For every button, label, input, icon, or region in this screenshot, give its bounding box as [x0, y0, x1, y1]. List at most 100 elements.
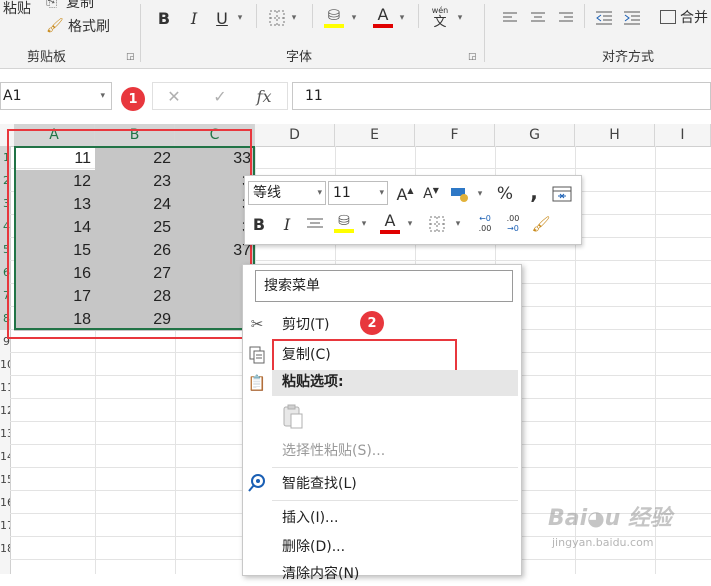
paste-options-header: 粘贴选项: [282, 374, 344, 390]
menu-item-clear-contents[interactable]: 清除内容(N) [282, 562, 359, 586]
menu-divider [272, 467, 518, 468]
comma-style-button[interactable]: , [524, 180, 544, 204]
clipboard-launcher-icon[interactable]: ◲ [126, 52, 135, 62]
copy-icon [246, 344, 268, 366]
row-header[interactable]: 14 [0, 445, 10, 468]
column-header-e[interactable]: E [335, 124, 415, 146]
border-icon[interactable] [266, 8, 288, 28]
accounting-dropdown-icon[interactable]: ▾ [474, 185, 486, 203]
divider [256, 4, 257, 28]
clipboard-group-label: 剪贴板 [27, 50, 67, 65]
merge-cells-icon[interactable] [550, 183, 574, 205]
font-color-swatch [373, 24, 393, 28]
group-divider [140, 4, 141, 62]
divider [584, 4, 585, 28]
menu-divider [272, 500, 518, 501]
insert-function-button[interactable]: fx [252, 86, 276, 106]
row-header[interactable]: 17 [0, 514, 10, 537]
underline-button[interactable]: U [212, 8, 232, 28]
menu-item-delete[interactable]: 删除(D)... [282, 535, 345, 559]
format-painter-button[interactable]: 🖌 格式刷 [46, 16, 126, 36]
merge-icon [660, 10, 676, 24]
enter-check-icon[interactable]: ✓ [210, 86, 230, 106]
mini-bold-button[interactable]: B [250, 213, 268, 235]
fill-dropdown-icon[interactable]: ▾ [348, 10, 360, 26]
underline-dropdown-icon[interactable]: ▾ [234, 10, 246, 26]
decrease-font-size-button[interactable]: A ▼ [422, 183, 440, 205]
font-color-dropdown-icon[interactable]: ▾ [404, 215, 416, 233]
name-box[interactable]: A1 ▾ [0, 82, 112, 110]
cancel-icon[interactable]: ✕ [164, 86, 184, 106]
column-header-h[interactable]: H [575, 124, 655, 146]
formula-input[interactable]: 11 [292, 82, 711, 110]
font-group-label: 字体 [286, 50, 313, 65]
format-painter-icon: 🖌 [46, 18, 64, 34]
increase-decimal-button[interactable]: ←0 .00 [474, 211, 496, 237]
format-painter-icon[interactable]: 🖌 [530, 213, 552, 235]
font-color-button[interactable]: A [372, 4, 394, 30]
fill-color-button[interactable]: ⛁ [322, 4, 346, 30]
chevron-down-icon: ▾ [317, 188, 322, 198]
copy-ribbon-button[interactable]: ⎘ 复制 [46, 0, 106, 11]
accounting-format-icon[interactable] [448, 183, 472, 205]
merge-center-button[interactable]: 合并 [660, 6, 711, 28]
baidu-watermark-url: jingyan.baidu.com [552, 536, 654, 549]
step-badge-1: 1 [121, 87, 145, 111]
mini-italic-button[interactable]: I [278, 213, 296, 235]
paste-button[interactable]: 粘贴 [0, 0, 34, 17]
mini-font-color-button[interactable]: A [378, 209, 402, 237]
highlight-box-copy [272, 339, 457, 374]
group-divider [484, 4, 485, 62]
increase-indent-icon[interactable] [622, 8, 642, 28]
font-size-dropdown[interactable]: 11 ▾ [328, 181, 388, 205]
row-header[interactable]: 12 [0, 399, 10, 422]
fill-dropdown-icon[interactable]: ▾ [358, 215, 370, 233]
borders-dropdown-icon[interactable]: ▾ [452, 215, 464, 233]
fill-bucket-icon: ⛁ [338, 213, 350, 229]
chevron-down-icon: ▾ [379, 188, 384, 198]
increase-font-size-button[interactable]: A ▲ [396, 183, 414, 205]
font-color-dropdown-icon[interactable]: ▾ [396, 10, 408, 26]
smart-lookup-search-icon [246, 472, 268, 494]
row-header[interactable]: 10 [0, 353, 10, 376]
row-header[interactable]: 18 [0, 537, 10, 560]
phonetic-guide-button[interactable]: wén 文 [428, 4, 452, 32]
scissors-icon: ✂ [250, 315, 264, 333]
row-header[interactable]: 13 [0, 422, 10, 445]
menu-item-paste-special[interactable]: 选择性粘贴(S)... [282, 439, 385, 463]
menu-search-input[interactable]: 搜索菜单 [255, 270, 513, 302]
menu-item-insert[interactable]: 插入(I)... [282, 506, 338, 530]
paste-clipboard-icon[interactable] [282, 404, 304, 430]
font-launcher-icon[interactable]: ◲ [468, 52, 477, 62]
menu-item-smart-lookup[interactable]: 智能查找(L) [282, 472, 357, 496]
row-header[interactable]: 11 [0, 376, 10, 399]
menu-item-cut[interactable]: 剪切(T) [282, 313, 329, 337]
column-header-g[interactable]: G [495, 124, 575, 146]
fill-color-swatch [334, 229, 354, 233]
mini-fill-color-button[interactable]: ⛁ [332, 209, 356, 237]
alignment-group-label: 对齐方式 [602, 50, 655, 65]
italic-button[interactable]: I [184, 8, 204, 28]
bold-button[interactable]: B [154, 8, 174, 28]
column-header-d[interactable]: D [255, 124, 335, 146]
align-left-icon[interactable] [500, 8, 520, 28]
column-header-i[interactable]: I [655, 124, 711, 146]
align-right-icon[interactable] [556, 8, 576, 28]
column-header-f[interactable]: F [415, 124, 495, 146]
fill-color-swatch [324, 24, 344, 28]
row-header[interactable]: 15 [0, 468, 10, 491]
borders-icon[interactable] [426, 213, 448, 235]
divider [312, 4, 313, 28]
font-color-swatch [380, 230, 400, 234]
percent-style-button[interactable]: % [494, 183, 516, 205]
row-header[interactable]: 16 [0, 491, 10, 514]
name-box-dropdown-icon[interactable]: ▾ [100, 83, 105, 109]
center-align-icon[interactable] [304, 213, 326, 235]
decrease-indent-icon[interactable] [594, 8, 614, 28]
decrease-decimal-button[interactable]: .00 →0 [502, 211, 524, 237]
font-name-dropdown[interactable]: 等线 ▾ [248, 181, 326, 205]
phonetic-dropdown-icon[interactable]: ▾ [454, 10, 466, 26]
border-dropdown-icon[interactable]: ▾ [288, 10, 300, 26]
align-center-icon[interactable] [528, 8, 548, 28]
fill-bucket-icon: ⛁ [327, 6, 341, 24]
